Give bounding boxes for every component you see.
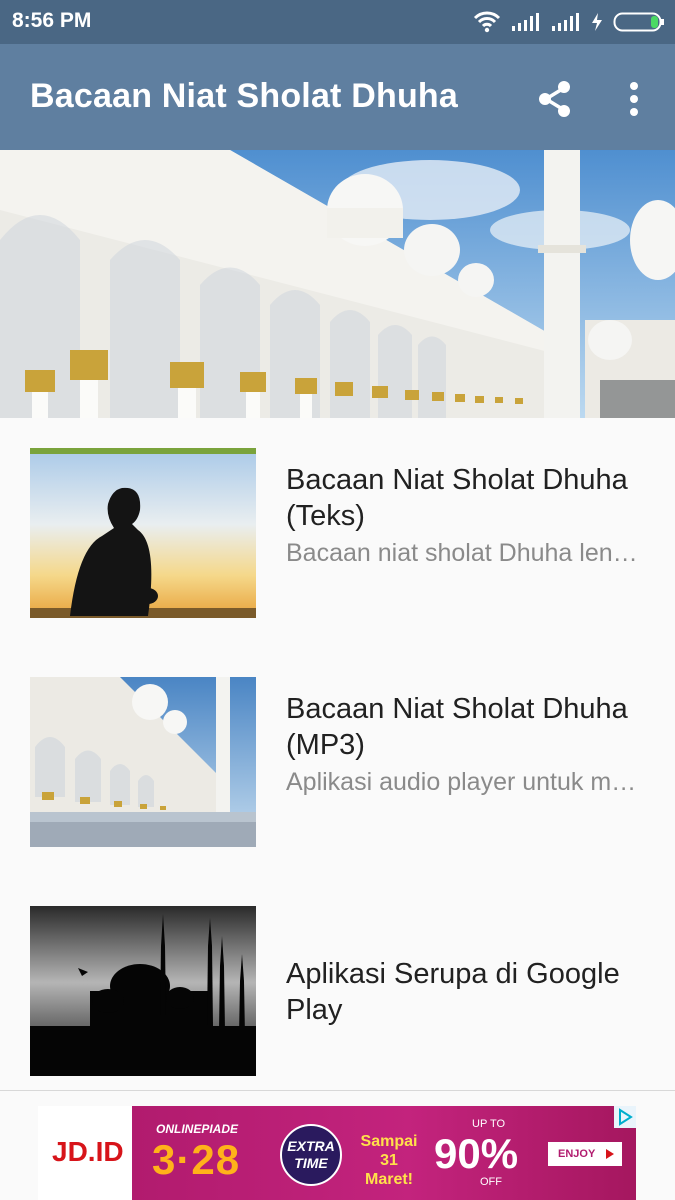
item-description: Bacaan niat sholat Dhuha lengkap dengan … bbox=[286, 538, 646, 569]
status-time: 8:56 PM bbox=[12, 9, 92, 32]
ad-banner[interactable]: JD.ID ONLINEPIADE 3·28 EXTRA TIME Sampai… bbox=[38, 1106, 636, 1200]
ad-logo-box: JD.ID bbox=[38, 1106, 132, 1200]
ad-date: 3·28 bbox=[152, 1136, 241, 1183]
battery-icon bbox=[613, 12, 664, 32]
header-mosque-image bbox=[0, 150, 675, 418]
app-bar: Bacaan Niat Sholat Dhuha bbox=[0, 44, 675, 150]
thumbnail-prayer-silhouette bbox=[30, 448, 256, 618]
ad-badge: EXTRA TIME bbox=[280, 1124, 342, 1186]
signal-icon-2 bbox=[552, 13, 579, 31]
list-item-mp3[interactable]: Bacaan Niat Sholat Dhuha (MP3) Aplikasi … bbox=[0, 647, 675, 875]
item-description: Aplikasi audio player untuk mendengarkan… bbox=[286, 767, 646, 798]
item-title: Aplikasi Serupa di Google Play bbox=[286, 958, 620, 1026]
list-item-teks[interactable]: Bacaan Niat Sholat Dhuha (Teks) Bacaan n… bbox=[0, 418, 675, 646]
status-bar: 8:56 PM bbox=[0, 0, 675, 44]
thumbnail-mosque-arcade bbox=[30, 677, 256, 847]
app-title: Bacaan Niat Sholat Dhuha bbox=[30, 77, 458, 115]
thumbnail-mosque-silhouette bbox=[30, 906, 256, 1076]
more-vert-icon[interactable] bbox=[620, 79, 648, 119]
wifi-icon bbox=[473, 11, 501, 33]
ad-arrow-icon bbox=[606, 1149, 614, 1159]
item-description-text: Bacaan niat sholat Dhuha lengkap dengan … bbox=[286, 539, 646, 567]
list-item-google-play[interactable]: Aplikasi Serupa di Google Play bbox=[0, 876, 675, 1104]
signal-icon-1 bbox=[512, 13, 539, 31]
charging-icon bbox=[592, 13, 602, 31]
item-title: Bacaan Niat Sholat Dhuha (Teks) bbox=[286, 464, 628, 532]
adchoices-icon[interactable] bbox=[614, 1106, 636, 1128]
ad-event-label: ONLINEPIADE bbox=[156, 1122, 239, 1136]
ad-discount: 90% bbox=[434, 1130, 519, 1177]
ad-promo: ONLINEPIADE 3·28 EXTRA TIME Sampai 31 Ma… bbox=[132, 1106, 636, 1200]
divider bbox=[0, 1090, 675, 1091]
ad-off: OFF bbox=[480, 1176, 502, 1188]
ad-brand-logo: JD.ID bbox=[52, 1136, 124, 1167]
ad-up-to: UP TO bbox=[472, 1118, 506, 1130]
status-icons bbox=[473, 8, 665, 36]
ad-until: Sampai 31 Maret! bbox=[360, 1133, 418, 1188]
item-title: Bacaan Niat Sholat Dhuha (MP3) bbox=[286, 693, 628, 761]
item-description-text: Aplikasi audio player untuk mendengarkan… bbox=[286, 768, 646, 796]
share-icon[interactable] bbox=[535, 79, 575, 119]
